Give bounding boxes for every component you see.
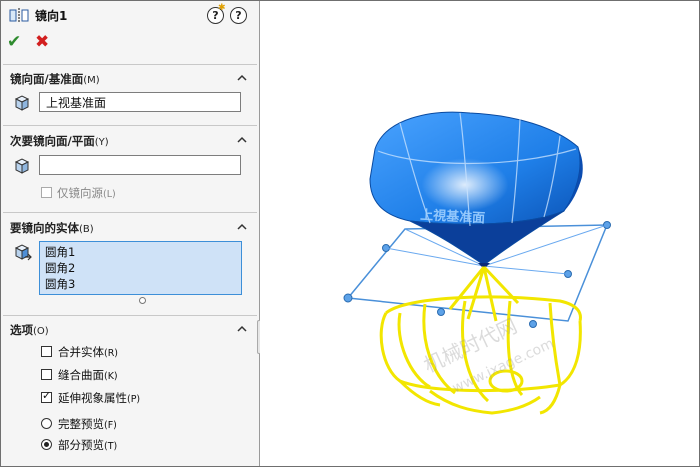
bodies-hotkey: (B)	[79, 224, 94, 235]
propagate-visual-checkbox[interactable]: ✓	[41, 389, 52, 403]
mirror-face-hotkey: (M)	[83, 75, 100, 86]
plane-cube-icon	[14, 158, 30, 174]
knit-surfaces-text: 缝合曲面	[58, 368, 104, 382]
bodies-section-title[interactable]: 要镜向的实体(B)	[10, 220, 94, 236]
options-hotkey: (O)	[33, 326, 49, 337]
plane-cube-icon	[14, 95, 30, 111]
blue-solid-body[interactable]: 上視基准面	[369, 111, 608, 275]
mirror-face-section-title[interactable]: 镜向面/基准面(M)	[10, 71, 100, 87]
section-divider	[3, 315, 257, 316]
bodies-title: 要镜向的实体	[10, 221, 79, 235]
partial-preview-label: 部分预览(T)	[58, 437, 117, 453]
list-item[interactable]: 圆角1	[45, 244, 241, 260]
only-source-hotkey: (L)	[103, 189, 116, 200]
only-source-label: 仅镜向源(L)	[57, 185, 116, 201]
radio-dot	[44, 442, 49, 447]
knit-surfaces-label: 缝合曲面(K)	[58, 367, 118, 383]
mirror-face-field[interactable]: 上视基准面	[39, 92, 241, 112]
merge-bodies-label: 合并实体(R)	[58, 344, 118, 360]
secondary-face-hotkey: (Y)	[94, 137, 109, 148]
collapse-chevron-icon[interactable]	[237, 222, 247, 232]
knit-surfaces-checkbox[interactable]	[41, 369, 52, 380]
merge-bodies-checkbox[interactable]	[41, 346, 52, 357]
graphics-viewport[interactable]: 上視基准面 机械时代网 www.jxage.com	[260, 1, 699, 466]
partial-preview-text: 部分预览	[58, 438, 104, 452]
options-section-title[interactable]: 选项(O)	[10, 322, 49, 338]
model-embossed-text: 上視基准面	[420, 207, 486, 226]
full-preview-label: 完整预览(F)	[58, 416, 117, 432]
solid-body-icon	[14, 244, 32, 261]
feature-title: 镜向1	[35, 9, 68, 23]
options-title: 选项	[10, 323, 33, 337]
bodies-list[interactable]: 圆角1 圆角2 圆角3	[39, 241, 242, 295]
collapse-chevron-icon[interactable]	[237, 135, 247, 145]
full-preview-hotkey: (F)	[104, 420, 117, 431]
cancel-button[interactable]: ✖	[35, 32, 49, 52]
secondary-face-title: 次要镜向面/平面	[10, 134, 95, 148]
model-view: 上視基准面 机械时代网 www.jxage.com	[343, 111, 611, 415]
full-preview-radio[interactable]	[41, 418, 52, 429]
propagate-visual-hotkey: (P)	[127, 394, 141, 405]
full-preview-text: 完整预览	[58, 417, 104, 431]
help-icon[interactable]: ?	[230, 7, 247, 24]
partial-preview-radio[interactable]	[41, 439, 52, 450]
knit-surfaces-hotkey: (K)	[104, 371, 118, 382]
ok-button[interactable]: ✔	[7, 32, 21, 52]
merge-bodies-text: 合并实体	[58, 345, 104, 359]
application-window: 镜向1 ? ✱ ? ✔ ✖ 镜向面/基准面(M) 上视基准面 次要镜向面/平面(…	[0, 0, 700, 467]
check-mark-icon: ✓	[42, 389, 52, 402]
list-resize-handle[interactable]	[139, 297, 146, 304]
section-divider	[3, 212, 257, 213]
section-divider	[3, 64, 257, 65]
partial-preview-hotkey: (T)	[104, 441, 118, 452]
list-item[interactable]: 圆角2	[45, 260, 241, 276]
mirror-feature-icon	[9, 8, 29, 22]
collapse-chevron-icon[interactable]	[237, 73, 247, 83]
mirror-face-title: 镜向面/基准面	[10, 72, 84, 86]
propagate-visual-text: 延伸视象属性	[58, 391, 127, 405]
sparkle-icon: ✱	[218, 3, 226, 13]
secondary-face-section-title[interactable]: 次要镜向面/平面(Y)	[10, 133, 109, 149]
propagate-visual-label: 延伸视象属性(P)	[58, 390, 140, 406]
only-source-checkbox[interactable]	[41, 187, 52, 198]
merge-bodies-hotkey: (R)	[104, 348, 119, 359]
only-source-text: 仅镜向源	[57, 186, 103, 200]
section-divider	[3, 125, 257, 126]
property-manager-panel: 镜向1 ? ✱ ? ✔ ✖ 镜向面/基准面(M) 上视基准面 次要镜向面/平面(…	[1, 1, 260, 466]
secondary-face-field[interactable]	[39, 155, 241, 175]
list-item[interactable]: 圆角3	[45, 276, 241, 292]
collapse-chevron-icon[interactable]	[237, 324, 247, 334]
